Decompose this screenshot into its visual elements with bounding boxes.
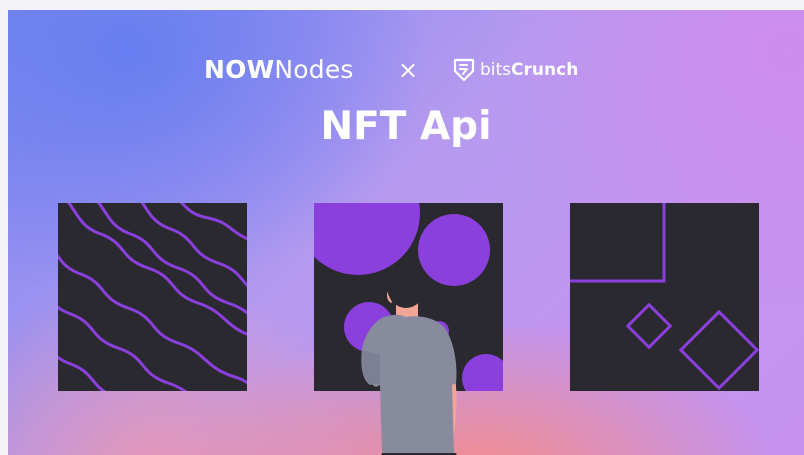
- nownodes-logo-light: Nodes: [274, 55, 354, 84]
- wavy-lines-artwork: [58, 203, 247, 391]
- bitscrunch-logo-text: bitsCrunch: [480, 60, 578, 80]
- bitscrunch-logo-light: bits: [480, 60, 512, 80]
- brand-row: NOWNodes × bitsCrunch: [8, 53, 804, 87]
- bitscrunch-logo-icon: [453, 58, 475, 82]
- banner: NOWNodes × bitsCrunch NFT Api: [8, 10, 804, 455]
- person-sleeve: [361, 350, 380, 385]
- person-shirt: [361, 314, 457, 455]
- nownodes-logo-bold: NOW: [204, 55, 275, 84]
- times-separator: ×: [398, 56, 419, 84]
- wavy-lines-svg: [58, 203, 247, 391]
- page-title: NFT Api: [320, 104, 492, 149]
- squares-svg: [570, 203, 759, 391]
- large-diamond: [678, 309, 759, 391]
- bitscrunch-logo: bitsCrunch: [452, 55, 578, 85]
- nownodes-logo: NOWNodes: [204, 53, 354, 87]
- squares-artwork: [570, 203, 759, 391]
- small-diamond: [625, 302, 673, 350]
- corner-square: [570, 203, 666, 283]
- bitscrunch-logo-bold: Crunch: [511, 60, 579, 80]
- person-hair: [386, 266, 427, 305]
- person-illustration: [361, 266, 457, 455]
